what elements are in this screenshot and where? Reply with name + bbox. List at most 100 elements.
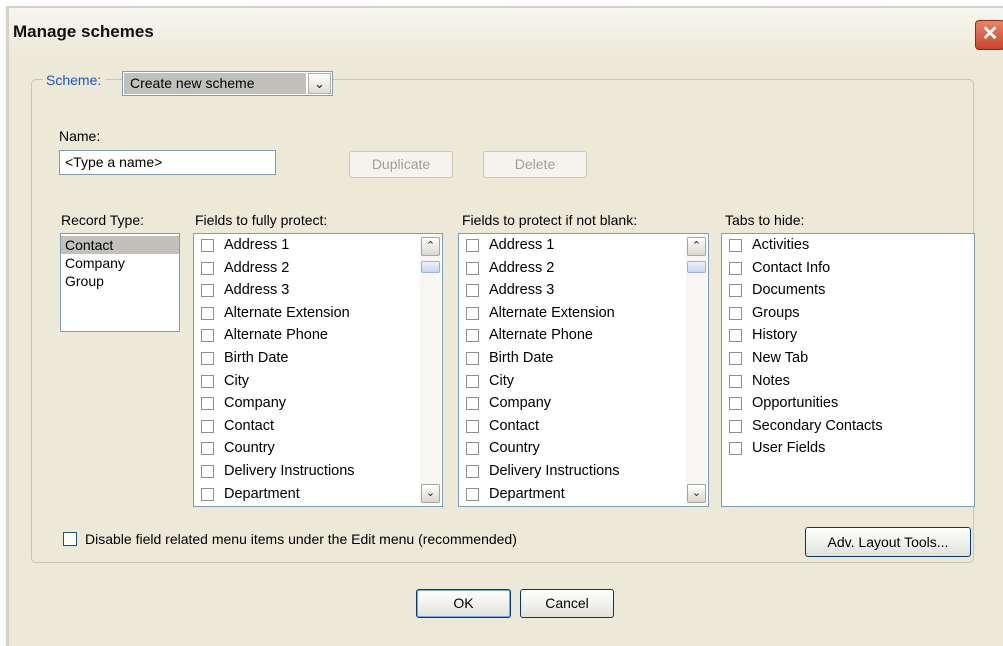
checkbox[interactable] <box>466 284 479 298</box>
checklist-item[interactable]: Contact Info <box>722 257 974 280</box>
checklist-item[interactable]: User Fields <box>722 437 974 460</box>
checkbox[interactable] <box>729 351 742 365</box>
checklist-item[interactable]: City <box>459 370 708 393</box>
checkbox[interactable] <box>466 464 479 478</box>
checkbox[interactable] <box>466 239 479 252</box>
record-type-item[interactable]: Contact <box>61 236 179 254</box>
checklist-item-label: Company <box>224 395 287 412</box>
scroll-up-icon[interactable]: ⌃ <box>421 237 440 256</box>
checkbox[interactable] <box>466 329 479 343</box>
checklist-item[interactable]: Contact <box>459 415 708 438</box>
checklist-item[interactable]: History <box>722 324 974 347</box>
checklist-item[interactable]: Birth Date <box>459 347 708 370</box>
checkbox[interactable] <box>201 374 214 388</box>
checkbox[interactable] <box>729 261 742 275</box>
checklist-item[interactable]: Country <box>459 437 708 460</box>
checkbox[interactable] <box>466 442 479 456</box>
checklist-item[interactable]: Activities <box>722 234 974 257</box>
fields-protect-if-not-blank-list[interactable]: Address 1 Address 2 Address 3 Alternate Ext… <box>458 233 709 507</box>
checkbox[interactable] <box>201 464 214 478</box>
checklist-item[interactable]: Address 3 <box>459 279 708 302</box>
checklist-item[interactable]: Alternate Extension <box>194 302 442 325</box>
checklist-item[interactable]: Alternate Phone <box>459 324 708 347</box>
checklist-item-label: Secondary Contacts <box>752 417 883 434</box>
checklist-item[interactable]: Address 3 <box>194 279 442 302</box>
checkbox[interactable] <box>729 239 742 252</box>
checklist-item[interactable]: Delivery Instructions <box>459 460 708 483</box>
scroll-up-icon[interactable]: ⌃ <box>687 237 706 256</box>
checkbox[interactable] <box>729 284 742 298</box>
scroll-thumb[interactable] <box>687 261 706 273</box>
record-type-item[interactable]: Group <box>61 272 179 290</box>
tabs-to-hide-list[interactable]: Activities Contact Info Documents Groups His… <box>721 233 975 507</box>
checkbox[interactable] <box>466 351 479 365</box>
checklist-item[interactable]: Groups <box>722 302 974 325</box>
duplicate-button[interactable]: Duplicate <box>349 151 453 178</box>
checklist-item[interactable]: Opportunities <box>722 392 974 415</box>
checkbox[interactable] <box>201 284 214 298</box>
checklist-item[interactable]: Address 1 <box>459 234 708 257</box>
checklist-item-label: Delivery Instructions <box>224 462 355 479</box>
checkbox[interactable] <box>201 261 214 275</box>
checklist-item[interactable]: Delivery Instructions <box>194 460 442 483</box>
cancel-button[interactable]: Cancel <box>520 589 614 618</box>
checkbox[interactable] <box>729 306 742 320</box>
checklist-item[interactable]: Department <box>194 483 442 506</box>
scroll-down-icon[interactable]: ⌄ <box>421 484 440 503</box>
checkbox[interactable] <box>201 329 214 343</box>
checklist-item[interactable]: Secondary Contacts <box>722 415 974 438</box>
checkbox[interactable] <box>729 329 742 343</box>
scrollbar[interactable]: ⌃ ⌄ <box>686 235 707 505</box>
checklist-item[interactable]: City <box>194 370 442 393</box>
checkbox[interactable] <box>201 306 214 320</box>
delete-button[interactable]: Delete <box>483 151 587 178</box>
checkbox[interactable] <box>201 351 214 365</box>
checkbox[interactable] <box>201 397 214 411</box>
record-type-list[interactable]: Contact Company Group <box>60 233 180 332</box>
checkbox[interactable] <box>729 419 742 433</box>
checklist-item[interactable]: Company <box>459 392 708 415</box>
checklist-item-label: Company <box>489 395 552 412</box>
scroll-down-icon[interactable]: ⌄ <box>687 484 706 503</box>
checkbox[interactable] <box>466 419 479 433</box>
checklist-item[interactable]: Company <box>194 392 442 415</box>
checkbox[interactable] <box>201 442 214 456</box>
checkbox[interactable] <box>201 419 214 433</box>
checklist-item-label: Address 2 <box>224 259 290 276</box>
checklist-item[interactable]: New Tab <box>722 347 974 370</box>
checkbox[interactable] <box>729 397 742 411</box>
disable-menu-items-checkbox[interactable] <box>63 532 77 546</box>
checklist-item[interactable]: Address 2 <box>459 257 708 280</box>
checklist-item[interactable]: Department <box>459 483 708 506</box>
checkbox[interactable] <box>201 487 214 501</box>
scroll-thumb[interactable] <box>421 261 440 273</box>
checklist-item[interactable]: Address 2 <box>194 257 442 280</box>
checkbox[interactable] <box>201 239 214 252</box>
record-type-item[interactable]: Company <box>61 254 179 272</box>
checkbox[interactable] <box>466 397 479 411</box>
checkbox[interactable] <box>466 374 479 388</box>
checklist-item[interactable]: Notes <box>722 370 974 393</box>
checkbox[interactable] <box>466 306 479 320</box>
scheme-dropdown[interactable]: Create new scheme ⌄ <box>122 71 333 96</box>
checkbox[interactable] <box>729 374 742 388</box>
checklist-item[interactable]: Birth Date <box>194 347 442 370</box>
checklist-item[interactable]: Alternate Phone <box>194 324 442 347</box>
checkbox[interactable] <box>466 261 479 275</box>
chevron-down-icon[interactable]: ⌄ <box>308 73 331 94</box>
checkbox[interactable] <box>729 442 742 456</box>
scrollbar[interactable]: ⌃ ⌄ <box>420 235 441 505</box>
adv-layout-tools-button[interactable]: Adv. Layout Tools... <box>805 527 971 557</box>
checklist-item[interactable]: Contact <box>194 415 442 438</box>
checklist-item[interactable]: Country <box>194 437 442 460</box>
checkbox[interactable] <box>466 487 479 501</box>
checklist-item[interactable]: Documents <box>722 279 974 302</box>
checklist-item[interactable]: Alternate Extension <box>459 302 708 325</box>
name-input[interactable]: <Type a name> <box>59 150 276 175</box>
checklist-item-label: Alternate Extension <box>224 304 350 321</box>
close-icon[interactable]: ✕ <box>975 20 1003 50</box>
fields-fully-protect-list[interactable]: Address 1 Address 2 Address 3 Alternate Ext… <box>193 233 443 507</box>
fields-fully-protect-label: Fields to fully protect: <box>195 212 328 228</box>
ok-button[interactable]: OK <box>416 589 511 618</box>
checklist-item[interactable]: Address 1 <box>194 234 442 257</box>
